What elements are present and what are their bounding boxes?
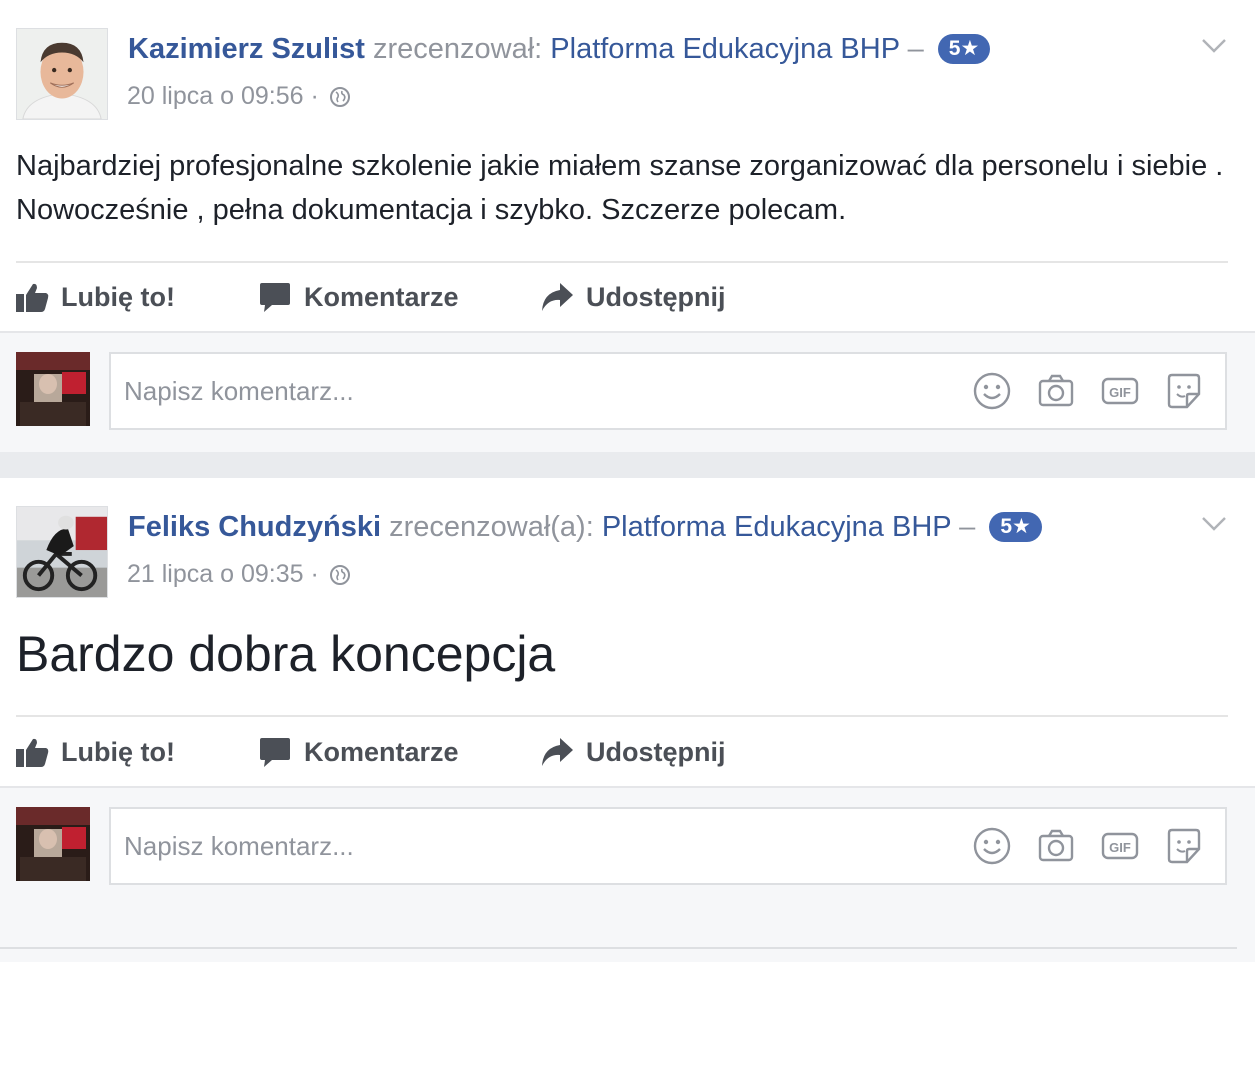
rating-badge: 5★ [937, 34, 991, 64]
rating-badge: 5★ [989, 512, 1042, 542]
sticker-icon[interactable] [1165, 827, 1203, 865]
comment-composer: Napisz komentarz... GIF [0, 331, 1255, 452]
camera-icon[interactable] [1037, 827, 1075, 865]
post-timestamp[interactable]: 20 lipca o 09:56 · [127, 82, 319, 111]
like-button[interactable]: Lubię to! [15, 730, 175, 774]
like-label: Lubię to! [61, 281, 175, 312]
comment-bubble-icon [260, 283, 290, 312]
thumbs-up-icon [16, 283, 49, 312]
emoji-icon[interactable] [973, 827, 1011, 865]
comment-bubble-icon [260, 738, 290, 767]
svg-text:GIF: GIF [1109, 385, 1131, 400]
comment-composer: Napisz komentarz... GIF [0, 786, 1255, 906]
comment-input[interactable]: Napisz komentarz... GIF [109, 352, 1227, 430]
page-name-link[interactable]: Platforma Edukacyjna BHP [550, 33, 899, 65]
review-text: Bardzo dobra koncepcja [16, 626, 556, 682]
author-avatar[interactable] [16, 506, 108, 598]
post-header: Kazimierz Szulist zrecenzował: Platforma… [128, 33, 991, 66]
header-dash: – [907, 33, 924, 65]
review-verb: zrecenzował(a): [389, 511, 594, 543]
thumbs-up-icon [16, 738, 49, 767]
author-avatar[interactable] [16, 28, 108, 120]
viewer-avatar [16, 352, 90, 426]
review-post: Kazimierz Szulist zrecenzował: Platforma… [0, 0, 1255, 452]
comment-label: Komentarze [304, 281, 459, 312]
author-name[interactable]: Feliks Chudzyński [128, 511, 381, 543]
like-label: Lubię to! [61, 736, 175, 767]
share-button[interactable]: Udostępnij [540, 275, 726, 319]
like-button[interactable]: Lubię to! [15, 275, 175, 319]
author-name[interactable]: Kazimierz Szulist [128, 33, 365, 65]
comment-placeholder: Napisz komentarz... [124, 376, 354, 406]
share-arrow-icon [542, 283, 573, 311]
share-arrow-icon [542, 738, 573, 766]
post-meta: 21 lipca o 09:35 · [127, 560, 351, 589]
chevron-down-icon[interactable] [1201, 36, 1227, 56]
emoji-icon[interactable] [973, 372, 1011, 410]
post-header: Feliks Chudzyński zrecenzował(a): Platfo… [128, 511, 1042, 544]
post-meta: 20 lipca o 09:56 · [127, 82, 351, 111]
comment-tools: GIF [973, 372, 1203, 410]
review-verb: zrecenzował: [372, 33, 543, 65]
camera-icon[interactable] [1037, 372, 1075, 410]
comment-input[interactable]: Napisz komentarz... GIF [109, 807, 1227, 885]
chevron-down-icon[interactable] [1201, 514, 1227, 534]
gif-icon[interactable]: GIF [1101, 827, 1139, 865]
viewer-avatar [16, 807, 90, 881]
comment-button[interactable]: Komentarze [258, 730, 459, 774]
divider [16, 715, 1228, 717]
comment-placeholder: Napisz komentarz... [124, 831, 354, 861]
share-label: Udostępnij [586, 736, 726, 767]
globe-icon [329, 564, 350, 585]
svg-text:GIF: GIF [1109, 840, 1131, 855]
page-name-link[interactable]: Platforma Edukacyjna BHP [602, 511, 951, 543]
share-label: Udostępnij [586, 281, 726, 312]
share-button[interactable]: Udostępnij [540, 730, 726, 774]
header-dash: – [959, 511, 976, 543]
gif-icon[interactable]: GIF [1101, 372, 1139, 410]
comment-tools: GIF [973, 827, 1203, 865]
divider [0, 947, 1237, 949]
review-text: Najbardziej profesjonalne szkolenie jaki… [16, 150, 1224, 226]
feed-footer [0, 906, 1255, 962]
post-timestamp[interactable]: 21 lipca o 09:35 · [127, 560, 319, 589]
comment-button[interactable]: Komentarze [258, 275, 459, 319]
feed-separator [0, 452, 1255, 478]
sticker-icon[interactable] [1165, 372, 1203, 410]
divider [16, 261, 1228, 263]
action-bar: Lubię to! Komentarze Udostępnij [0, 275, 760, 319]
review-post: Feliks Chudzyński zrecenzował(a): Platfo… [0, 478, 1255, 906]
action-bar: Lubię to! Komentarze Udostępnij [0, 730, 760, 774]
comment-label: Komentarze [304, 736, 459, 767]
globe-icon [329, 86, 350, 107]
